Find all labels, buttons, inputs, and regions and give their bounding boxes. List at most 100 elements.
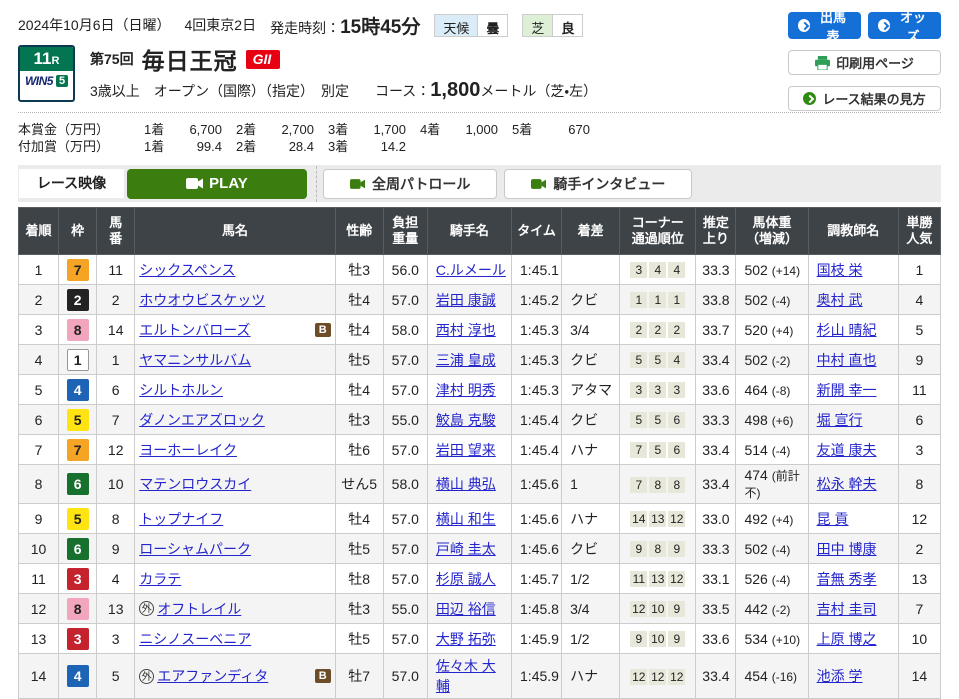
body-weight: 520 (+4) bbox=[736, 315, 808, 345]
printer-icon bbox=[815, 56, 830, 70]
table-row: 5 4 6 シルトホルン 牡4 57.0 津村 明秀 1:45.3 アタマ 33… bbox=[19, 375, 941, 405]
jockey-link[interactable]: 佐々木 大輔 bbox=[436, 658, 496, 694]
trainer-link[interactable]: 吉村 圭司 bbox=[817, 601, 877, 617]
jockey-link[interactable]: 大野 拓弥 bbox=[436, 631, 496, 647]
jockey-link[interactable]: 岩田 望来 bbox=[436, 442, 496, 458]
trainer-link[interactable]: 上原 博之 bbox=[817, 631, 877, 647]
jockey-link[interactable]: 岩田 康誠 bbox=[436, 292, 496, 308]
trainer-link[interactable]: 国枝 栄 bbox=[817, 262, 863, 278]
last-3f: 33.1 bbox=[696, 564, 736, 594]
jockey-link[interactable]: 西村 淳也 bbox=[436, 322, 496, 338]
entry-table-label: 出馬表 bbox=[815, 7, 851, 45]
corner-1: 14 bbox=[630, 511, 647, 527]
table-row: 9 5 8 トップナイフ 牡4 57.0 横山 和生 1:45.6 ハナ 141… bbox=[19, 504, 941, 534]
horse-link[interactable]: ヤマニンサルバム bbox=[139, 350, 251, 370]
trainer-link[interactable]: 松永 幹夫 bbox=[817, 476, 877, 492]
trainer-link[interactable]: 堀 宣行 bbox=[817, 412, 863, 428]
trainer-link[interactable]: 昆 貢 bbox=[817, 511, 849, 527]
trainer-link[interactable]: 奥村 武 bbox=[817, 292, 863, 308]
finish-position: 8 bbox=[19, 465, 59, 504]
carried-weight: 56.0 bbox=[383, 255, 427, 285]
win-popularity: 14 bbox=[898, 654, 940, 699]
corner-order: 333 bbox=[620, 375, 696, 405]
trainer-link[interactable]: 音無 秀孝 bbox=[817, 571, 877, 587]
corner-3: 12 bbox=[668, 511, 685, 527]
carried-weight: 57.0 bbox=[383, 375, 427, 405]
margin: ハナ bbox=[562, 654, 620, 699]
jockey-link[interactable]: 横山 典弘 bbox=[436, 476, 496, 492]
jockey-link[interactable]: 横山 和生 bbox=[436, 511, 496, 527]
col-sex-age: 性齢 bbox=[335, 208, 383, 255]
frame-badge: 8 bbox=[67, 319, 89, 341]
corner-1: 9 bbox=[630, 541, 647, 557]
corner-3: 4 bbox=[668, 262, 685, 278]
jockey-link[interactable]: C.ルメール bbox=[436, 262, 506, 278]
corner-order: 121212 bbox=[620, 654, 696, 699]
trainer-link[interactable]: 杉山 晴紀 bbox=[817, 322, 877, 338]
trainer-link[interactable]: 田中 博康 bbox=[817, 541, 877, 557]
prize-place: 3着 bbox=[328, 121, 360, 138]
entry-table-button[interactable]: 出馬表 bbox=[788, 12, 861, 39]
body-weight: 534 (+10) bbox=[736, 624, 808, 654]
horse-number: 2 bbox=[97, 285, 135, 315]
odds-button[interactable]: オッズ bbox=[868, 12, 941, 39]
horse-link[interactable]: ダノンエアズロック bbox=[139, 410, 265, 430]
horse-link[interactable]: トップナイフ bbox=[139, 509, 223, 529]
horse-link[interactable]: シルトホルン bbox=[139, 380, 223, 400]
jockey-link[interactable]: 三浦 皇成 bbox=[436, 352, 496, 368]
results-guide-button[interactable]: レース結果の見方 bbox=[788, 86, 941, 111]
trainer-link[interactable]: 中村 直也 bbox=[817, 352, 877, 368]
prize-place: 1着 bbox=[144, 138, 176, 155]
horse-link[interactable]: マテンロウスカイ bbox=[139, 474, 251, 494]
print-page-button[interactable]: 印刷用ページ bbox=[788, 50, 941, 75]
jockey-link[interactable]: 津村 明秀 bbox=[436, 382, 496, 398]
table-row: 10 6 9 ローシャムパーク 牡5 57.0 戸崎 圭太 1:45.6 クビ … bbox=[19, 534, 941, 564]
horse-link[interactable]: エルトンバローズ bbox=[139, 320, 250, 340]
jockey-link[interactable]: 戸崎 圭太 bbox=[436, 541, 496, 557]
horse-link[interactable]: シックスペンス bbox=[139, 260, 235, 280]
time: 1:45.6 bbox=[512, 534, 562, 564]
last-3f: 33.4 bbox=[696, 654, 736, 699]
play-button[interactable]: PLAY bbox=[127, 169, 307, 199]
odds-label: オッズ bbox=[895, 7, 931, 45]
bonus-prize-label: 付加賞（万円） bbox=[18, 138, 130, 155]
trainer-link[interactable]: 池添 学 bbox=[817, 668, 863, 684]
finish-position: 2 bbox=[19, 285, 59, 315]
jockey-interview-button[interactable]: 騎手インタビュー bbox=[504, 169, 692, 199]
horse-number: 9 bbox=[97, 534, 135, 564]
results-guide-label: レース結果の見方 bbox=[822, 89, 925, 108]
body-weight: 464 (-8) bbox=[736, 375, 808, 405]
course-unit: メートル（芝・左） bbox=[480, 81, 597, 101]
table-row: 12 8 13 外オフトレイル 牡3 55.0 田辺 裕信 1:45.8 3/4… bbox=[19, 594, 941, 624]
prize-money-block: 本賞金（万円） 1着6,700 2着2,700 3着1,700 4着1,000 … bbox=[18, 121, 941, 155]
trainer-link[interactable]: 新開 幸一 bbox=[817, 382, 877, 398]
body-weight: 502 (+14) bbox=[736, 255, 808, 285]
course-distance: 1,800 bbox=[430, 79, 480, 102]
win-popularity: 6 bbox=[898, 405, 940, 435]
time: 1:45.4 bbox=[512, 405, 562, 435]
corner-1: 3 bbox=[630, 262, 647, 278]
col-jockey: 騎手名 bbox=[427, 208, 511, 255]
corner-2: 13 bbox=[649, 571, 666, 587]
horse-link[interactable]: ホウオウビスケッツ bbox=[139, 290, 265, 310]
corner-1: 1 bbox=[630, 292, 647, 308]
horse-link[interactable]: ヨーホーレイク bbox=[139, 440, 237, 460]
horse-link[interactable]: ローシャムパーク bbox=[139, 539, 251, 559]
jockey-link[interactable]: 鮫島 克駿 bbox=[436, 412, 496, 428]
horse-link[interactable]: エアファンディタ bbox=[157, 666, 268, 686]
trainer-link[interactable]: 友道 康夫 bbox=[817, 442, 877, 458]
jockey-link[interactable]: 杉原 誠人 bbox=[436, 571, 496, 587]
margin: 1 bbox=[562, 465, 620, 504]
horse-link[interactable]: カラテ bbox=[139, 569, 181, 589]
corner-2: 1 bbox=[649, 292, 666, 308]
body-weight: 492 (+4) bbox=[736, 504, 808, 534]
col-win-popularity: 単勝 人気 bbox=[898, 208, 940, 255]
horse-link[interactable]: オフトレイル bbox=[157, 599, 241, 619]
patrol-video-button[interactable]: 全周パトロール bbox=[323, 169, 497, 199]
corner-order: 554 bbox=[620, 345, 696, 375]
jockey-link[interactable]: 田辺 裕信 bbox=[436, 601, 496, 617]
corner-1: 7 bbox=[630, 477, 647, 493]
horse-link[interactable]: ニシノスーベニア bbox=[139, 629, 251, 649]
win-popularity: 11 bbox=[898, 375, 940, 405]
video-camera-icon bbox=[350, 179, 365, 189]
